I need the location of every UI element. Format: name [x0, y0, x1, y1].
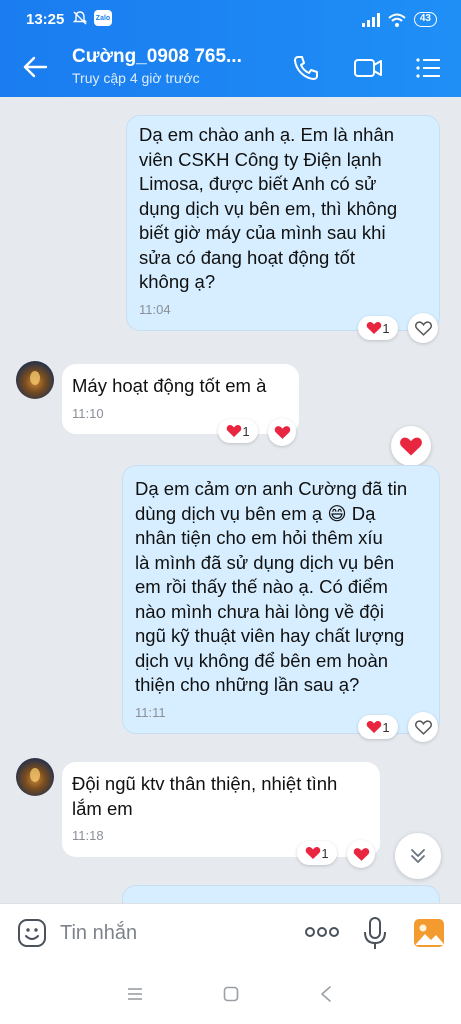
avatar[interactable]: [16, 361, 54, 399]
microphone-icon[interactable]: [362, 916, 388, 952]
message-text: Đội ngũ ktv thân thiện, nhiệt tình lắm e…: [72, 773, 338, 819]
heart-reaction-button[interactable]: [347, 840, 375, 868]
message-bubble-sent[interactable]: Dạ em chào anh ạ. Em là nhân viên CSKH C…: [126, 115, 440, 331]
last-seen-status: Truy cập 4 giờ trước: [72, 70, 200, 86]
chat-header: Cường_0908 765... Truy cập 4 giờ trước: [0, 38, 461, 97]
heart-icon: [367, 322, 382, 334]
reaction-count[interactable]: 1: [358, 715, 398, 739]
heart-outline-icon: [414, 719, 432, 735]
image-icon[interactable]: [413, 918, 445, 948]
heart-icon: [306, 847, 321, 859]
heart-outline-icon: [414, 320, 432, 336]
zalo-app-icon: Zalo: [94, 10, 112, 26]
reaction-count[interactable]: 1: [218, 419, 258, 443]
status-time: 13:25: [26, 11, 65, 28]
message-bubble-sent[interactable]: Dạ em cảm ơn anh Cường đã tin dùng dịch …: [122, 465, 440, 734]
back-nav-icon[interactable]: [320, 986, 332, 1002]
contact-name[interactable]: Cường_0908 765...: [72, 46, 242, 68]
mute-notification-icon: [72, 11, 88, 25]
floating-heart-reaction[interactable]: [391, 426, 431, 466]
heart-icon: [227, 425, 242, 437]
home-icon[interactable]: [223, 986, 239, 1002]
heart-reaction-button[interactable]: [268, 418, 296, 446]
message-time: 11:10: [72, 405, 104, 421]
sticker-icon[interactable]: [16, 917, 48, 949]
add-reaction-button[interactable]: [408, 712, 438, 742]
battery-indicator: 43: [413, 12, 437, 27]
more-icon[interactable]: [304, 925, 340, 939]
message-text: Dạ em cảm ơn anh Cường đã tin dùng dịch …: [135, 478, 408, 695]
back-arrow-icon[interactable]: [20, 52, 50, 82]
scroll-to-bottom-button[interactable]: [395, 833, 441, 879]
reaction-count[interactable]: 1: [297, 841, 337, 865]
add-reaction-button[interactable]: [408, 313, 438, 343]
chevron-double-down-icon: [411, 849, 425, 863]
message-bubble-received[interactable]: Đội ngũ ktv thân thiện, nhiệt tình lắm e…: [62, 762, 380, 857]
heart-icon: [400, 437, 422, 455]
message-composer: Tin nhắn: [0, 903, 461, 963]
heart-icon: [353, 847, 369, 861]
video-call-icon[interactable]: [352, 52, 384, 84]
heart-icon: [274, 425, 290, 439]
message-text: Máy hoạt động tốt em à: [72, 375, 267, 396]
system-navigation-bar: [0, 963, 461, 1024]
heart-icon: [367, 721, 382, 733]
reaction-count[interactable]: 1: [358, 316, 398, 340]
menu-list-icon[interactable]: [412, 52, 444, 84]
message-text: Dạ em chào anh ạ. Em là nhân viên CSKH C…: [139, 124, 398, 292]
status-bar: 13:25 Zalo 43: [0, 0, 461, 38]
wifi-icon: [388, 13, 406, 27]
top-bar: 13:25 Zalo 43 Cường_0908 765... Truy cập…: [0, 0, 461, 97]
signal-icon: [361, 12, 380, 27]
message-bubble-received[interactable]: Máy hoạt động tốt em à 11:10: [62, 364, 299, 434]
avatar[interactable]: [16, 758, 54, 796]
message-input[interactable]: Tin nhắn: [60, 922, 137, 945]
phone-icon[interactable]: [290, 52, 322, 84]
recent-apps-icon[interactable]: [127, 987, 143, 1001]
